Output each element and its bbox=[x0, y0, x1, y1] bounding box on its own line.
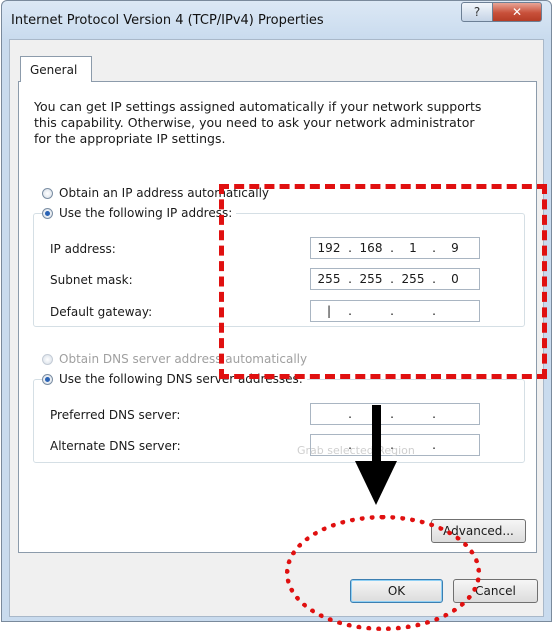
title-bar[interactable]: Internet Protocol Version 4 (TCP/IPv4) P… bbox=[2, 1, 551, 37]
radio-label: Use the following IP address: bbox=[59, 206, 233, 220]
preferred-dns-label: Preferred DNS server: bbox=[50, 408, 181, 422]
ip-address-label: IP address: bbox=[50, 242, 116, 256]
tab-general[interactable]: General bbox=[20, 56, 92, 82]
annotation-dotted-ellipse bbox=[285, 515, 481, 631]
description-text: You can get IP settings assigned automat… bbox=[34, 99, 482, 146]
help-button[interactable]: ? bbox=[461, 2, 493, 22]
dns-server-group: Use the following DNS server addresses: … bbox=[33, 372, 525, 463]
close-icon: ✕ bbox=[511, 5, 523, 19]
radio-button[interactable] bbox=[42, 207, 53, 219]
help-icon: ? bbox=[473, 5, 481, 19]
subnet-mask-label: Subnet mask: bbox=[50, 273, 133, 287]
window-title: Internet Protocol Version 4 (TCP/IPv4) P… bbox=[11, 13, 324, 28]
down-arrow-icon bbox=[355, 405, 397, 505]
default-gateway-label: Default gateway: bbox=[50, 305, 153, 319]
radio-button[interactable] bbox=[42, 187, 53, 199]
annotation-dashed-rectangle bbox=[219, 184, 547, 379]
radio-button[interactable] bbox=[42, 353, 53, 365]
octet-dot: . bbox=[348, 407, 352, 421]
octet-dot: . bbox=[432, 407, 436, 421]
use-following-ip-option[interactable]: Use the following IP address: bbox=[42, 206, 237, 220]
alternate-dns-label: Alternate DNS server: bbox=[50, 439, 181, 453]
close-button[interactable]: ✕ bbox=[492, 2, 542, 22]
octet-dot: . bbox=[432, 438, 436, 452]
radio-button[interactable] bbox=[42, 373, 53, 385]
